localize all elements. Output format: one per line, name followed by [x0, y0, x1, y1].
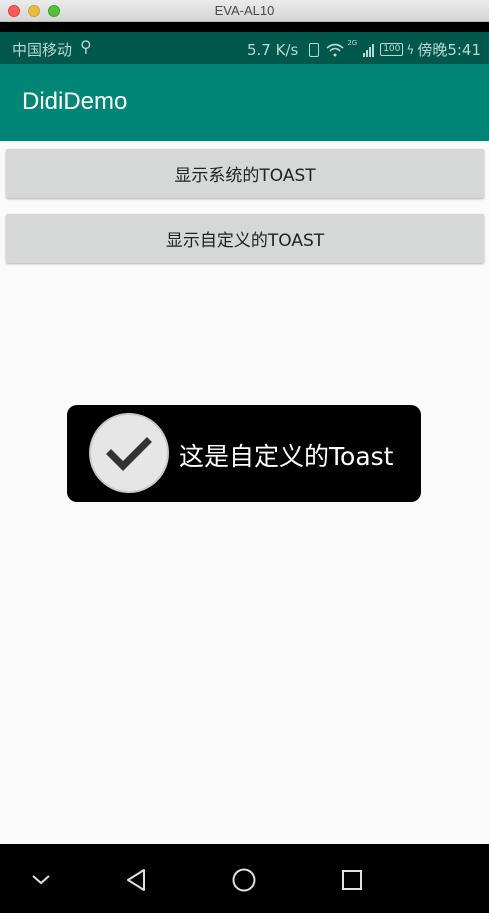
recents-icon[interactable] — [332, 860, 372, 900]
main-content: 显示系统的TOAST 显示自定义的TOAST 这是自定义的Toast — [0, 141, 489, 844]
battery-icon: 100 — [380, 43, 404, 56]
checkmark-icon — [89, 413, 169, 493]
window-title: EVA-AL10 — [214, 3, 275, 18]
net-speed: 5.7 K/s — [246, 40, 299, 59]
wifi-icon — [326, 43, 344, 56]
clock: 傍晚5:41 — [417, 41, 481, 59]
status-icons: 5.7 K/s 2G 100 ϟ 傍晚5:41 — [247, 39, 481, 60]
window-titlebar: EVA-AL10 — [0, 0, 489, 22]
show-custom-toast-button[interactable]: 显示自定义的TOAST — [6, 214, 484, 263]
navigation-bar — [0, 844, 489, 913]
status-bar: 中国移动 ⚲ 5.7 K/s 2G 100 ϟ 傍晚5:41 — [0, 32, 489, 64]
app-bar: DidiDemo — [0, 64, 489, 141]
back-icon[interactable] — [116, 860, 156, 900]
home-icon[interactable] — [224, 860, 264, 900]
toast-message: 这是自定义的Toast — [179, 442, 394, 471]
carrier-label: 中国移动 — [12, 41, 73, 59]
device-frame-band — [0, 22, 489, 32]
network-type-label: 2G — [347, 39, 358, 47]
app-title: DidiDemo — [22, 88, 128, 115]
custom-toast: 这是自定义的Toast — [67, 405, 421, 502]
vibrate-icon — [309, 42, 320, 57]
signal-icon — [363, 43, 375, 57]
charging-icon: ϟ — [406, 42, 415, 57]
chevron-down-icon[interactable] — [21, 860, 61, 900]
show-system-toast-button[interactable]: 显示系统的TOAST — [6, 149, 484, 198]
usb-icon: ⚲ — [80, 37, 92, 56]
